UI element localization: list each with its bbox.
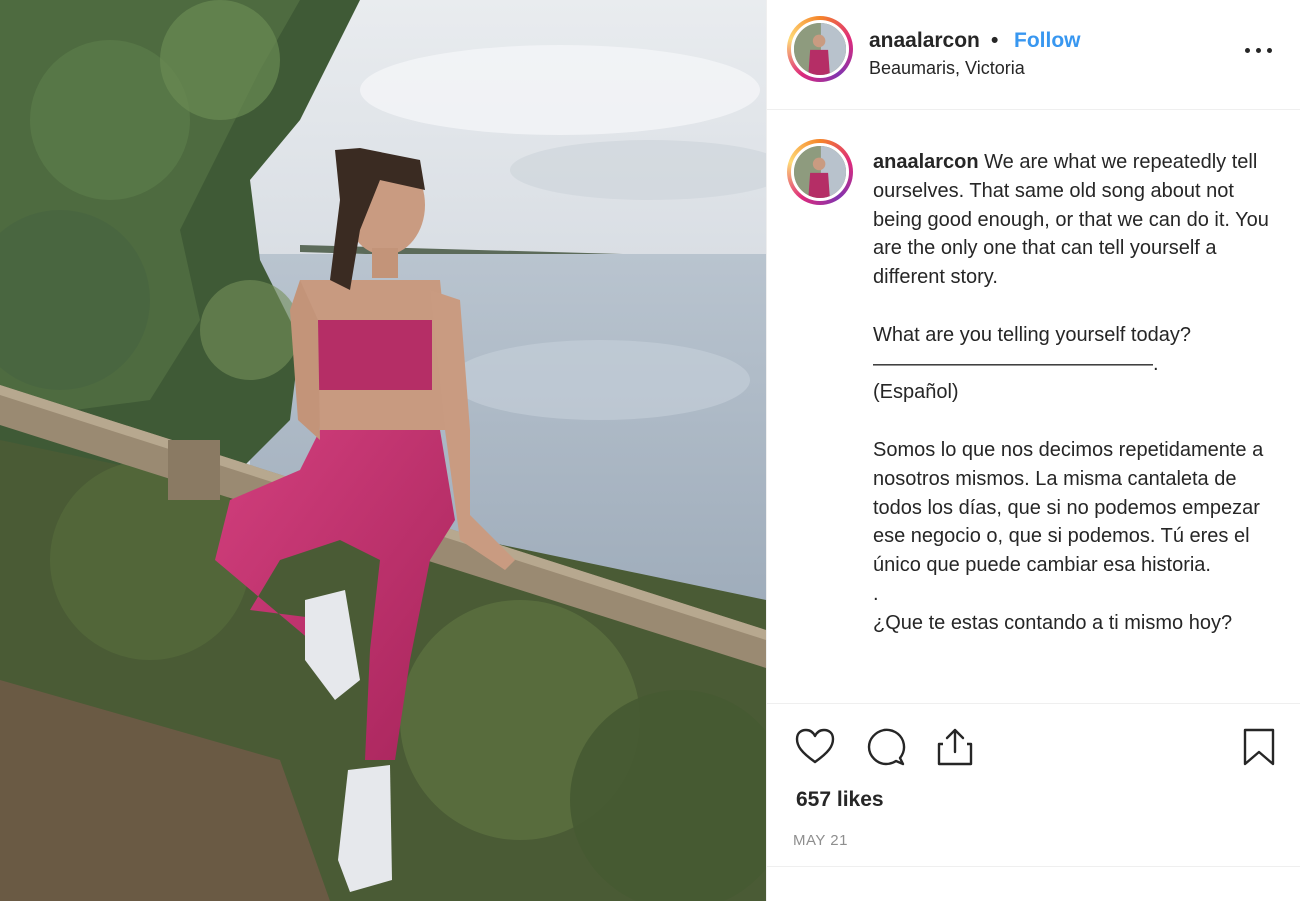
post-photo-image	[0, 0, 766, 901]
bookmark-icon[interactable]	[1239, 726, 1279, 768]
more-options-icon[interactable]	[1241, 38, 1277, 62]
more-dot	[1245, 48, 1250, 53]
post-date[interactable]: MAY 21	[793, 832, 848, 849]
follow-button[interactable]: Follow	[1014, 29, 1081, 53]
profile-avatar[interactable]	[787, 16, 853, 82]
caption-body: We are what we repeatedly tell ourselves…	[873, 151, 1269, 634]
avatar-image	[791, 143, 849, 201]
caption-username[interactable]: anaalarcon	[873, 151, 979, 173]
post-panel: anaalarcon • Follow Beaumaris, Victoria …	[766, 0, 1300, 901]
share-icon[interactable]	[935, 726, 975, 768]
more-dot	[1256, 48, 1261, 53]
avatar-image	[791, 20, 849, 78]
avatar-picture	[794, 23, 846, 75]
username-link[interactable]: anaalarcon	[869, 29, 980, 53]
location-link[interactable]: Beaumaris, Victoria	[869, 58, 1025, 79]
avatar-picture	[794, 146, 846, 198]
likes-count[interactable]: 657 likes	[796, 788, 884, 812]
more-dot	[1267, 48, 1272, 53]
post-header: anaalarcon • Follow Beaumaris, Victoria	[767, 0, 1300, 110]
post-photo[interactable]	[0, 0, 766, 901]
divider	[767, 866, 1300, 867]
post-actions: 657 likes MAY 21	[767, 703, 1300, 868]
separator-dot: •	[991, 29, 999, 52]
caption-avatar[interactable]	[787, 139, 853, 205]
caption-area: anaalarcon We are what we repeatedly tel…	[767, 111, 1300, 703]
heart-icon[interactable]	[795, 726, 835, 768]
caption-text: anaalarcon We are what we repeatedly tel…	[873, 148, 1283, 638]
comment-icon[interactable]	[866, 726, 906, 768]
